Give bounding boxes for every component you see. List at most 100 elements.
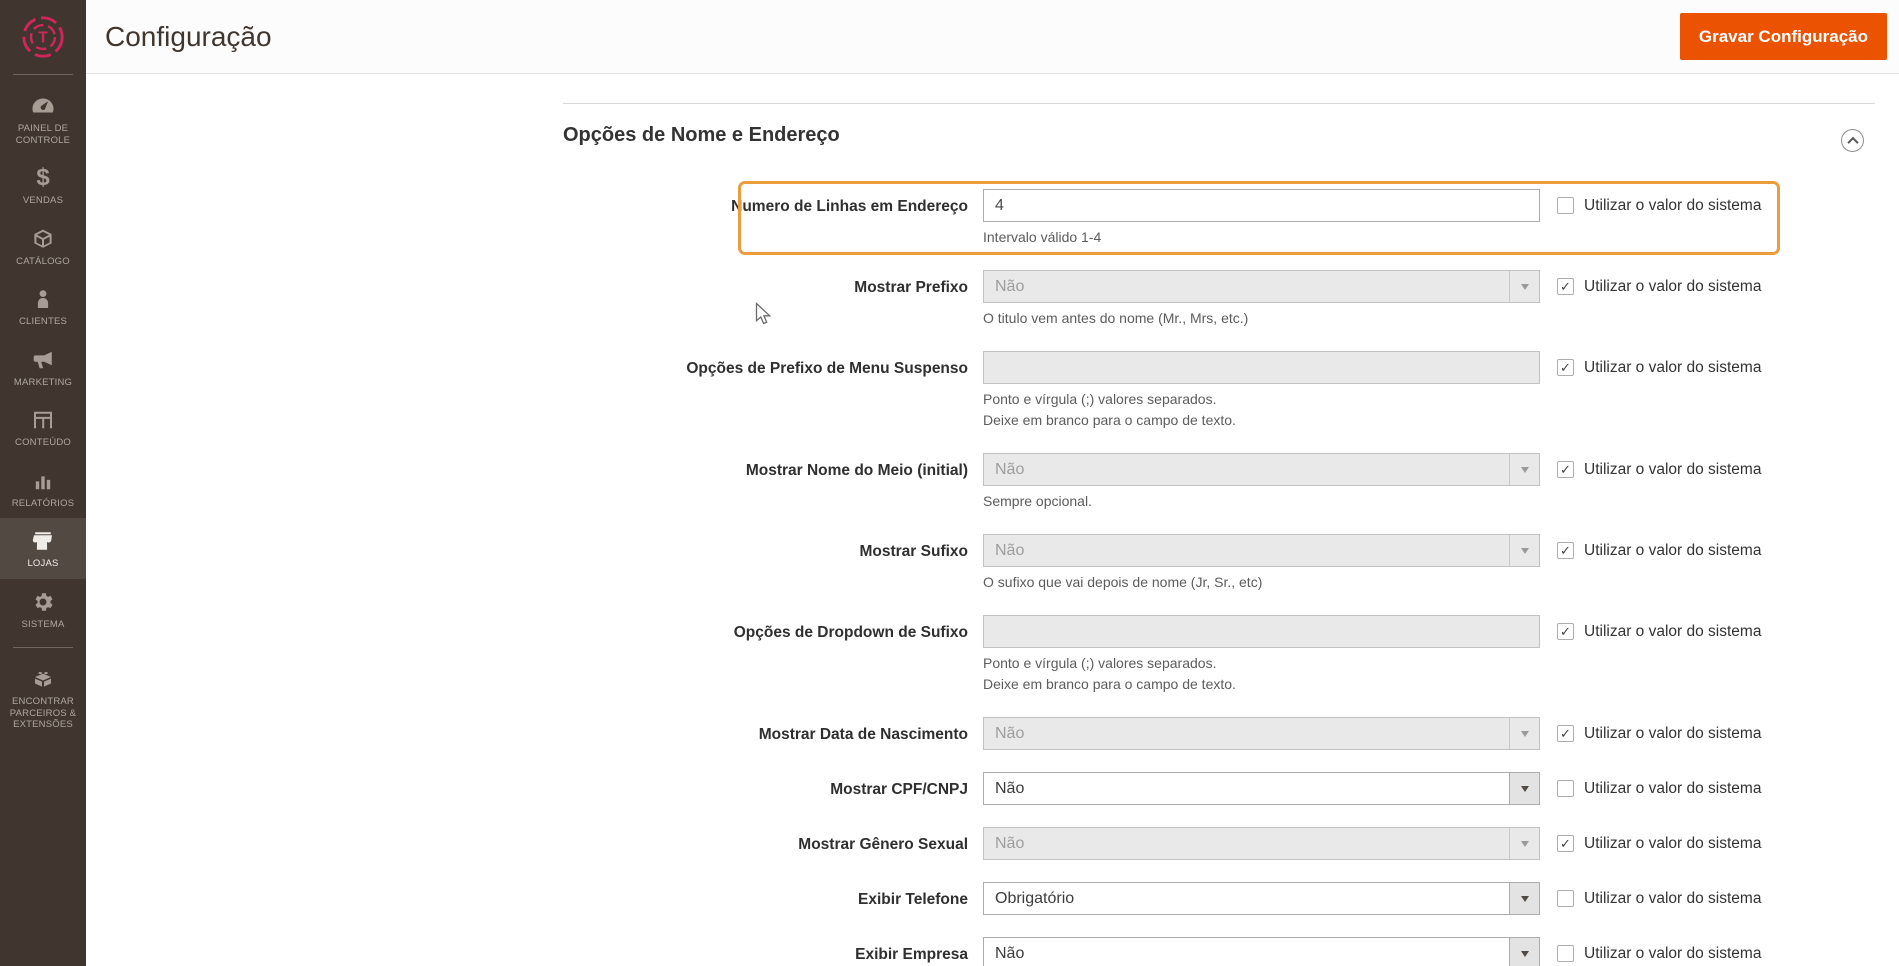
select-value: Não (995, 834, 1025, 852)
sidebar-divider (13, 647, 73, 648)
field-label: Exibir Telefone (858, 891, 968, 908)
config-field-row: Opções de Prefixo de Menu Suspenso Ponto… (563, 351, 1875, 431)
config-field-row: Mostrar Gênero Sexual Não Utilizar o val… (563, 827, 1875, 860)
config-field-row: Numero de Linhas em Endereço Intervalo v… (563, 181, 1875, 255)
sidebar-item-lojas[interactable]: LOJAS (0, 518, 86, 579)
field-input (983, 351, 1540, 384)
config-field-row: Mostrar Prefixo Não O titulo vem antes do… (563, 270, 1875, 329)
use-system-column: Utilizar o valor do sistema (1557, 882, 1761, 915)
field-label: Mostrar Sufixo (859, 543, 968, 560)
field-input[interactable] (983, 189, 1540, 222)
sidebar-item-label: MARKETING (13, 376, 73, 388)
sidebar-item-relatorios[interactable]: RELATÓRIOS (0, 458, 86, 519)
sidebar-item-encontrar-parceiros-extensoes[interactable]: ENCONTRAR PARCEIROS & EXTENSÕES (0, 656, 86, 740)
config-field-row: Mostrar Data de Nascimento Não Utilizar … (563, 717, 1875, 750)
chevron-down-icon (1509, 883, 1539, 914)
field-control: Não O titulo vem antes do nome (Mr., Mrs,… (983, 270, 1540, 329)
use-system-column: Utilizar o valor do sistema (1557, 351, 1761, 431)
field-select[interactable]: Não (983, 772, 1540, 805)
use-system-checkbox[interactable] (1557, 835, 1574, 852)
field-control: Ponto e vírgula (;) valores separados. De… (983, 615, 1540, 695)
sales-icon: $ (36, 164, 50, 191)
chevron-down-icon (1509, 271, 1539, 302)
field-control: Ponto e vírgula (;) valores separados. De… (983, 351, 1540, 431)
field-note: O titulo vem antes do nome (Mr., Mrs, et… (983, 310, 1249, 326)
field-select: Não (983, 270, 1540, 303)
use-system-checkbox[interactable] (1557, 890, 1574, 907)
use-system-checkbox[interactable] (1557, 623, 1574, 640)
select-value: Obrigatório (995, 889, 1075, 907)
field-control: Não (983, 937, 1540, 966)
sidebar-item-label: PAINEL DE CONTROLE (15, 123, 71, 146)
brand-logo-icon[interactable]: T (0, 0, 86, 74)
use-system-column: Utilizar o valor do sistema (1557, 772, 1761, 805)
chevron-down-icon (1509, 718, 1539, 749)
reports-icon (30, 468, 56, 494)
config-field-row: Exibir Empresa Não Utilizar o valor do s… (563, 937, 1875, 966)
use-system-label: Utilizar o valor do sistema (1584, 780, 1762, 797)
use-system-label: Utilizar o valor do sistema (1584, 278, 1762, 295)
use-system-label: Utilizar o valor do sistema (1584, 945, 1762, 962)
sidebar-item-painel-de-controle[interactable]: PAINEL DE CONTROLE (0, 83, 86, 155)
field-label: Opções de Dropdown de Sufixo (733, 624, 968, 641)
use-system-checkbox[interactable] (1557, 359, 1574, 376)
use-system-label: Utilizar o valor do sistema (1584, 542, 1762, 559)
sidebar: T PAINEL DE CONTROLE $ VENDAS CATÁLOGO C… (0, 0, 86, 966)
select-value: Não (995, 277, 1025, 295)
use-system-label: Utilizar o valor do sistema (1584, 623, 1762, 640)
use-system-column: Utilizar o valor do sistema (1557, 937, 1761, 966)
use-system-checkbox[interactable] (1557, 542, 1574, 559)
field-control: Intervalo válido 1-4 (983, 189, 1540, 248)
save-configuration-button[interactable]: Gravar Configuração (1679, 13, 1887, 60)
use-system-column: Utilizar o valor do sistema (1557, 534, 1761, 593)
use-system-checkbox[interactable] (1557, 461, 1574, 478)
field-label: Numero de Linhas em Endereço (731, 198, 968, 215)
use-system-checkbox[interactable] (1557, 945, 1574, 962)
use-system-label: Utilizar o valor do sistema (1584, 725, 1762, 742)
sidebar-item-catalogo[interactable]: CATÁLOGO (0, 216, 86, 277)
select-value: Não (995, 944, 1025, 962)
config-field-row: Exibir Telefone Obrigatório Utilizar o v… (563, 882, 1875, 915)
field-note: Ponto e vírgula (;) valores separados. De… (983, 391, 1236, 428)
use-system-column: Utilizar o valor do sistema (1557, 717, 1761, 750)
field-select[interactable]: Obrigatório (983, 882, 1540, 915)
sidebar-item-conteudo[interactable]: CONTEÚDO (0, 397, 86, 458)
use-system-checkbox[interactable] (1557, 197, 1574, 214)
select-value: Não (995, 541, 1025, 559)
sidebar-item-label: VENDAS (22, 195, 64, 206)
field-control: Não O sufixo que vai depois de nome (Jr, … (983, 534, 1540, 593)
content-icon (30, 407, 56, 433)
use-system-column: Utilizar o valor do sistema (1557, 189, 1761, 248)
section-title: Opções de Nome e Endereço (563, 123, 840, 146)
chevron-down-icon (1509, 938, 1539, 966)
sidebar-item-clientes[interactable]: CLIENTES (0, 276, 86, 337)
field-control: Não Sempre opcional. (983, 453, 1540, 512)
field-label: Exibir Empresa (855, 946, 968, 963)
sidebar-item-vendas[interactable]: $ VENDAS (0, 155, 86, 216)
use-system-checkbox[interactable] (1557, 725, 1574, 742)
field-label: Opções de Prefixo de Menu Suspenso (686, 360, 968, 377)
field-note: O sufixo que vai depois de nome (Jr, Sr.… (983, 574, 1263, 590)
select-value: Não (995, 724, 1025, 742)
select-value: Não (995, 779, 1025, 797)
sidebar-item-label: ENCONTRAR PARCEIROS & EXTENSÕES (9, 696, 77, 730)
use-system-column: Utilizar o valor do sistema (1557, 453, 1761, 512)
sidebar-item-sistema[interactable]: SISTEMA (0, 579, 86, 640)
field-control: Não (983, 772, 1540, 805)
field-select: Não (983, 453, 1540, 486)
use-system-label: Utilizar o valor do sistema (1584, 197, 1762, 214)
field-input (983, 615, 1540, 648)
use-system-checkbox[interactable] (1557, 780, 1574, 797)
field-select: Não (983, 534, 1540, 567)
use-system-column: Utilizar o valor do sistema (1557, 827, 1761, 860)
sidebar-item-marketing[interactable]: MARKETING (0, 337, 86, 398)
catalog-icon (30, 226, 56, 252)
sidebar-item-label: LOJAS (27, 558, 59, 569)
field-note: Ponto e vírgula (;) valores separados. De… (983, 655, 1236, 692)
field-select[interactable]: Não (983, 937, 1540, 966)
use-system-checkbox[interactable] (1557, 278, 1574, 295)
config-field-row: Opções de Dropdown de Sufixo Ponto e vír… (563, 615, 1875, 695)
chevron-down-icon (1509, 773, 1539, 804)
chevron-up-icon[interactable] (1841, 129, 1864, 152)
stores-icon (30, 528, 56, 554)
